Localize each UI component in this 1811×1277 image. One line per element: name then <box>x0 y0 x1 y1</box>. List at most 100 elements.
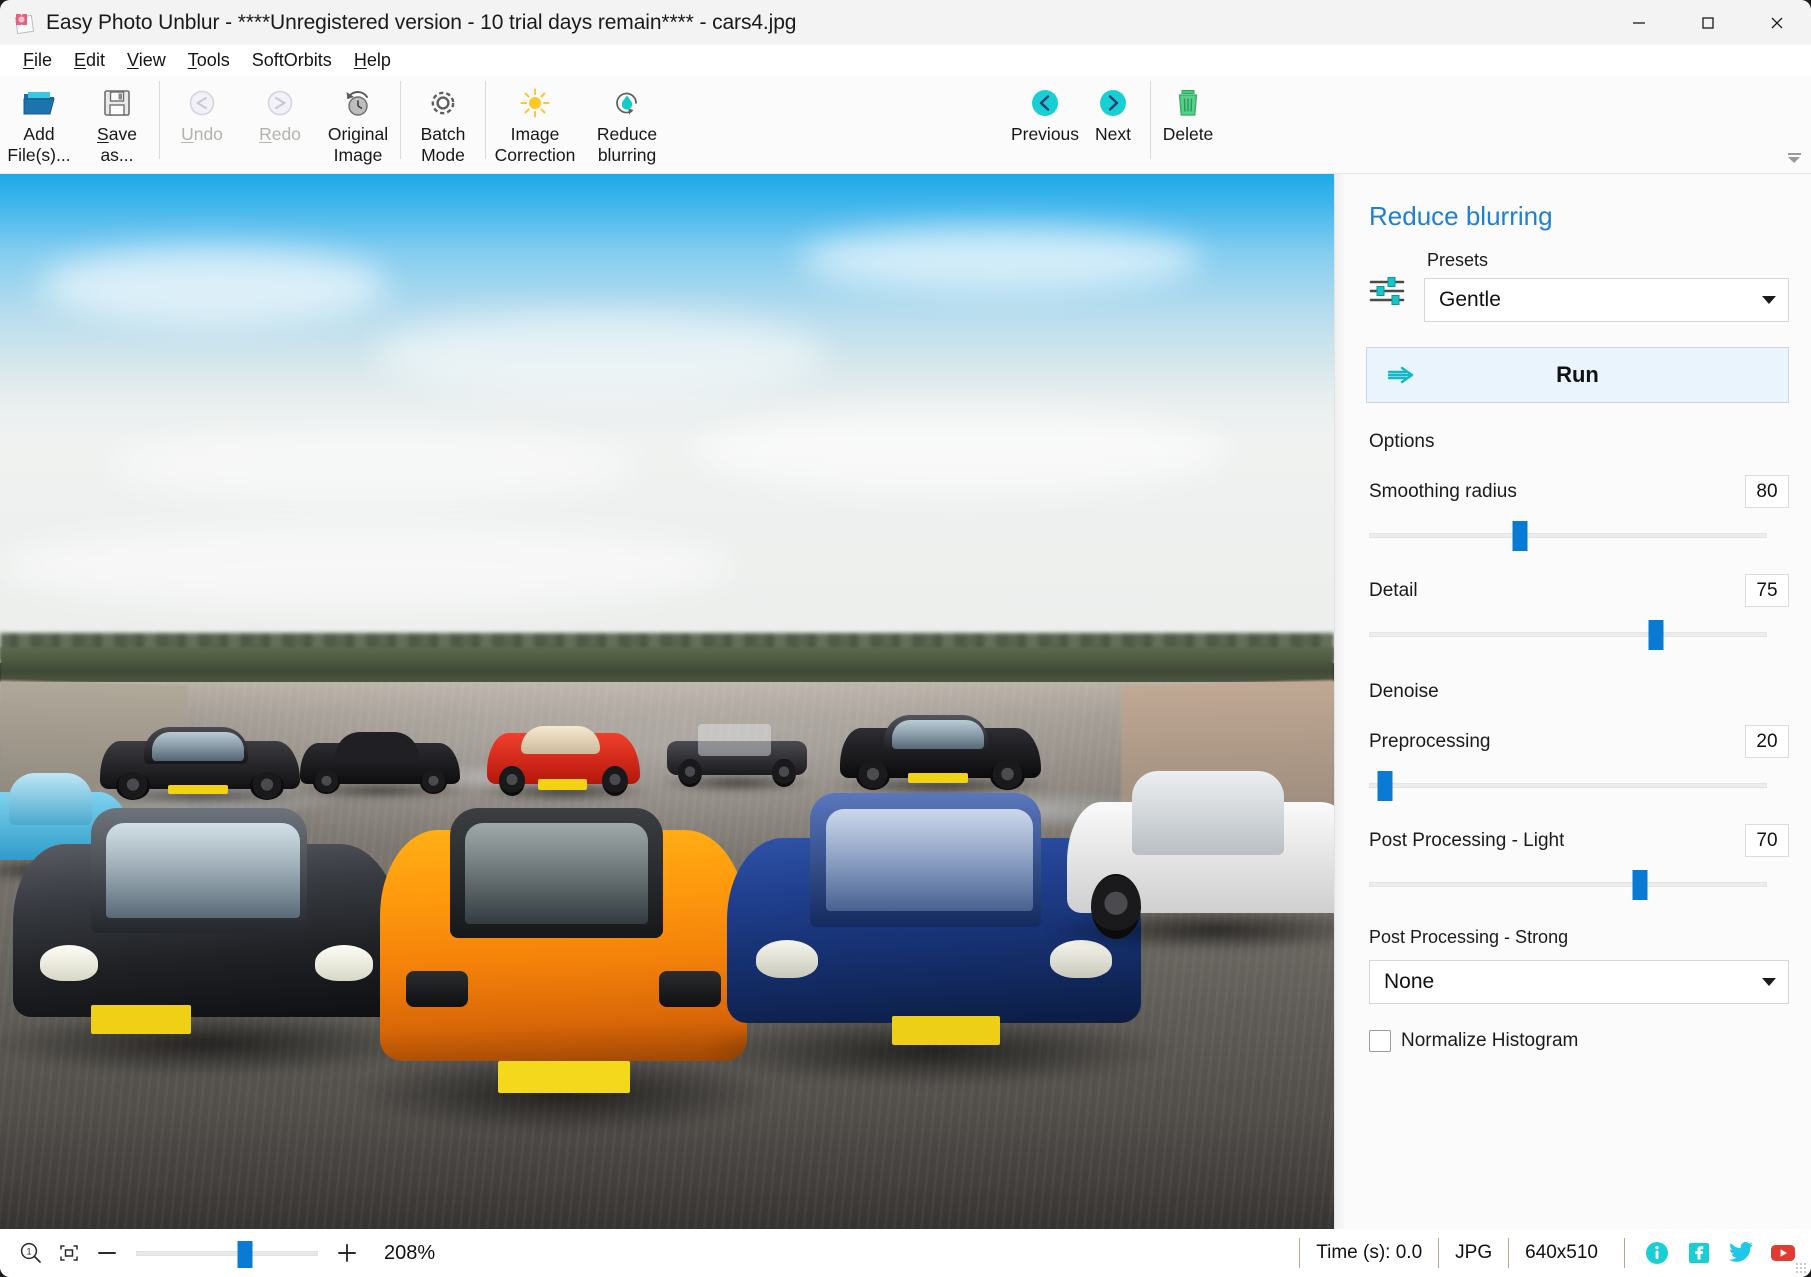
toolbar-next-button[interactable]: Next <box>1079 76 1147 166</box>
facebook-icon[interactable] <box>1685 1239 1713 1267</box>
preprocessing-value[interactable]: 20 <box>1745 725 1789 758</box>
status-format: JPG <box>1438 1238 1508 1268</box>
toolbar-undo-button[interactable]: Undo <box>163 76 241 166</box>
toolbar-save-as-label-2: as... <box>100 145 133 166</box>
toolbar-reduce-blurring-button[interactable]: Reduce blurring <box>581 76 673 166</box>
menu-item-softorbits[interactable]: SoftOrbits <box>241 47 343 74</box>
normalize-histogram-checkbox[interactable] <box>1369 1030 1391 1052</box>
toolbar-reduce-blurring-label-2: blurring <box>598 145 656 166</box>
zoom-out-icon[interactable] <box>88 1234 126 1272</box>
toolbar-delete-button[interactable]: Delete <box>1154 76 1222 166</box>
title-bar-left: Easy Photo Unblur - ****Unregistered ver… <box>0 11 796 35</box>
presets-label: Presets <box>1424 250 1789 271</box>
slider-thumb[interactable] <box>1513 521 1528 551</box>
gear-icon <box>427 85 459 121</box>
option-detail: Detail 75 <box>1344 574 1811 651</box>
zoom-percent-label: 208% <box>384 1242 435 1265</box>
post-processing-light-slider[interactable] <box>1369 867 1767 901</box>
normalize-histogram-label: Normalize Histogram <box>1401 1030 1578 1052</box>
toolbar-original-image-button[interactable]: Original Image <box>319 76 397 166</box>
presets-combobox[interactable]: Gentle <box>1424 278 1789 322</box>
zoom-in-icon[interactable] <box>328 1234 366 1272</box>
menu-item-help[interactable]: Help <box>343 47 402 74</box>
toolbar-redo-button[interactable]: Redo <box>241 76 319 166</box>
application-window: Easy Photo Unblur - ****Unregistered ver… <box>0 0 1811 1277</box>
run-arrow-icon <box>1387 364 1421 386</box>
slider-track <box>1369 882 1767 887</box>
panel-splitter[interactable] <box>1334 174 1344 1229</box>
toolbar-previous-label: Previous <box>1011 124 1079 145</box>
status-social-links <box>1624 1238 1797 1268</box>
menu-item-tools[interactable]: Tools <box>177 47 241 74</box>
toolbar-undo-label: Undo <box>181 124 223 145</box>
zoom-controls: 1 <box>0 1234 435 1272</box>
toolbar-save-as-label-1: Save <box>97 124 137 145</box>
option-post-processing-light: Post Processing - Light 70 <box>1344 824 1811 901</box>
zoom-actual-size-icon[interactable]: 1 <box>12 1234 50 1272</box>
youtube-icon[interactable] <box>1769 1239 1797 1267</box>
menu-item-edit[interactable]: Edit <box>63 47 116 74</box>
zoom-slider[interactable] <box>136 1235 318 1271</box>
toolbar-redo-label: Redo <box>259 124 301 145</box>
toolbar-add-files-button[interactable]: Add File(s)... <box>0 76 78 166</box>
info-circle-icon[interactable] <box>1643 1239 1671 1267</box>
detail-slider[interactable] <box>1369 617 1767 651</box>
slider-thumb[interactable] <box>1632 870 1647 900</box>
toolbar-overflow-icon[interactable] <box>1785 149 1803 167</box>
toolbar-group-navigation: Previous Next <box>1011 76 1222 166</box>
toolbar-batch-mode-label-2: Mode <box>421 145 465 166</box>
toolbar: Add File(s)... Save as... <box>0 76 1811 174</box>
app-icon <box>14 13 34 33</box>
run-button[interactable]: Run <box>1366 347 1789 403</box>
menu-item-view[interactable]: View <box>116 47 177 74</box>
post-processing-strong-value: None <box>1384 970 1762 994</box>
toolbar-original-image-label-1: Original <box>328 124 388 145</box>
slider-thumb[interactable] <box>1648 620 1663 650</box>
clock-revert-icon <box>342 85 374 121</box>
twitter-bird-icon[interactable] <box>1727 1239 1755 1267</box>
sun-icon <box>519 85 551 121</box>
toolbar-batch-mode-button[interactable]: Batch Mode <box>404 76 482 166</box>
minimize-button[interactable] <box>1604 0 1673 45</box>
toolbar-separator-4 <box>1150 81 1151 159</box>
maximize-button[interactable] <box>1673 0 1742 45</box>
post-processing-light-value[interactable]: 70 <box>1745 824 1789 857</box>
smoothing-radius-label: Smoothing radius <box>1369 481 1517 503</box>
zoom-slider-thumb[interactable] <box>238 1241 253 1268</box>
slider-track <box>1369 783 1767 788</box>
slider-track <box>1369 533 1767 538</box>
toolbar-save-as-button[interactable]: Save as... <box>78 76 156 166</box>
open-folder-icon <box>22 85 56 121</box>
undo-arrow-icon <box>185 85 219 121</box>
status-bar-right: Time (s): 0.0 JPG 640x510 <box>1299 1229 1797 1277</box>
chevron-left-circle-icon <box>1029 85 1061 121</box>
preprocessing-slider[interactable] <box>1369 768 1767 802</box>
detail-value[interactable]: 75 <box>1745 574 1789 607</box>
close-button[interactable] <box>1742 0 1811 45</box>
resize-grip[interactable] <box>1795 1262 1807 1274</box>
post-processing-strong-combobox[interactable]: None <box>1369 960 1789 1004</box>
smoothing-radius-slider[interactable] <box>1369 518 1767 552</box>
toolbar-delete-label: Delete <box>1163 124 1214 145</box>
toolbar-add-files-label-2: File(s)... <box>7 145 70 166</box>
toolbar-group-tools: Batch Mode <box>404 76 482 168</box>
toolbar-previous-button[interactable]: Previous <box>1011 76 1079 166</box>
image-canvas[interactable] <box>0 174 1334 1229</box>
detail-label: Detail <box>1369 580 1418 602</box>
smoothing-radius-value[interactable]: 80 <box>1745 475 1789 508</box>
toolbar-image-correction-button[interactable]: Image Correction <box>489 76 581 166</box>
menu-item-file[interactable]: FFileile <box>12 47 63 74</box>
window-controls <box>1604 0 1811 45</box>
chevron-down-icon <box>1762 296 1776 304</box>
post-processing-light-label: Post Processing - Light <box>1369 830 1564 852</box>
normalize-histogram-row[interactable]: Normalize Histogram <box>1344 1030 1811 1052</box>
floppy-save-icon <box>102 85 132 121</box>
svg-text:1: 1 <box>26 1247 31 1257</box>
toolbar-image-correction-label-2: Correction <box>495 145 576 166</box>
toolbar-separator-1 <box>159 81 160 159</box>
options-section-label: Options <box>1344 403 1811 453</box>
toolbar-image-correction-label-1: Image <box>511 124 560 145</box>
toolbar-add-files-label-1: Add <box>23 124 54 145</box>
slider-thumb[interactable] <box>1377 771 1392 801</box>
fit-to-window-icon[interactable] <box>50 1234 88 1272</box>
